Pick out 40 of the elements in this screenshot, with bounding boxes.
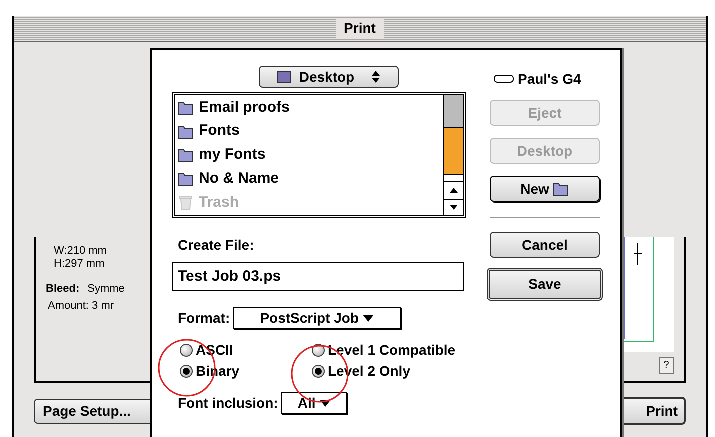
folder-icon bbox=[178, 124, 194, 140]
create-file-label: Create File: bbox=[177, 236, 256, 255]
location-popup[interactable]: Desktop bbox=[259, 66, 399, 88]
radio-button[interactable] bbox=[312, 365, 325, 378]
scroll-bar[interactable] bbox=[443, 95, 463, 215]
dropdown-arrow-icon bbox=[320, 400, 331, 406]
file-list-item[interactable]: Fonts bbox=[178, 120, 443, 144]
help-button[interactable]: ? bbox=[659, 357, 674, 374]
scroll-thumb[interactable] bbox=[444, 127, 463, 175]
drive-icon bbox=[494, 75, 514, 83]
file-list-item[interactable]: Email proofs bbox=[178, 96, 443, 120]
save-button[interactable]: Save bbox=[487, 268, 603, 301]
folder-icon bbox=[178, 171, 194, 188]
radio-button[interactable] bbox=[180, 365, 193, 378]
font-inclusion-label: Font inclusion: bbox=[178, 394, 278, 412]
bleed-value: Symme bbox=[88, 282, 125, 297]
file-name-field[interactable]: Test Job 03.ps bbox=[172, 262, 464, 291]
amount-text: Amount: 3 mr bbox=[47, 298, 116, 314]
down-arrow-icon bbox=[450, 205, 458, 210]
format-label: Format: bbox=[178, 308, 230, 328]
cancel-button[interactable]: Cancel bbox=[490, 232, 600, 258]
desktop-icon bbox=[277, 71, 292, 83]
file-list-item[interactable]: No & Name bbox=[178, 167, 443, 192]
dropdown-arrow-icon bbox=[363, 314, 374, 322]
volume-name: Paul's G4 bbox=[518, 70, 582, 88]
format-popup[interactable]: PostScript Job bbox=[233, 307, 402, 329]
new-folder-button[interactable]: New bbox=[490, 176, 600, 202]
bleed-label: Bleed: bbox=[46, 282, 80, 297]
folder-icon bbox=[178, 147, 194, 164]
page-size-text: W:210 mm bbox=[53, 245, 108, 258]
radio-button[interactable] bbox=[180, 344, 193, 357]
radio-button[interactable] bbox=[312, 344, 325, 357]
window-title: Print bbox=[336, 18, 384, 39]
trash-icon bbox=[178, 195, 194, 212]
folder-icon bbox=[178, 100, 194, 116]
page-size-text: H:297 mm bbox=[53, 258, 106, 271]
folder-icon bbox=[553, 181, 570, 197]
popup-arrows-icon bbox=[370, 70, 381, 84]
up-arrow-icon bbox=[450, 188, 458, 193]
file-list-item[interactable]: my Fonts bbox=[178, 144, 443, 168]
